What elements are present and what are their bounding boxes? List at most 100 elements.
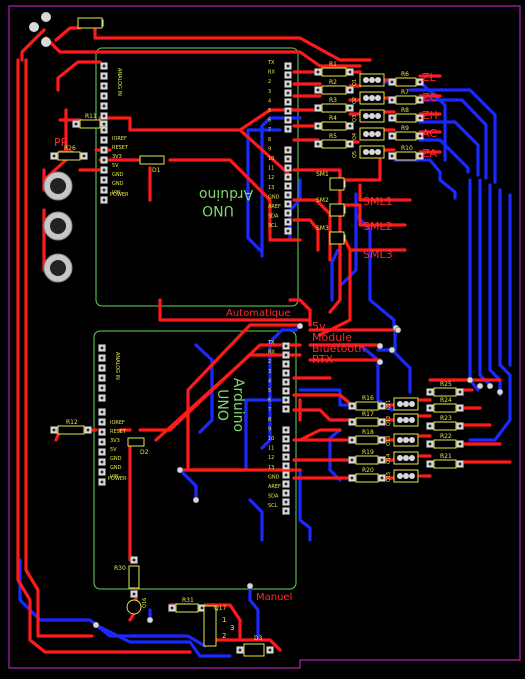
transistor-q15-pin <box>409 473 415 479</box>
pad-hole <box>286 211 290 215</box>
arduino-bottom-digital-pin-label: RX <box>268 350 275 356</box>
arduino-top-digital-pin-label: 5 <box>268 108 271 114</box>
resistor-r19 <box>355 455 379 465</box>
connector-pin-1-label: 1 <box>222 616 226 624</box>
switch-sm1-label: SM1 <box>316 171 329 178</box>
label-sml2: SML2 <box>363 220 393 233</box>
resistor-r22-label: R22 <box>440 433 452 440</box>
via <box>176 466 184 474</box>
pad-hole <box>268 648 272 652</box>
pad-hole <box>284 344 288 348</box>
pad-hole <box>316 124 320 128</box>
transistor-q12-pin <box>409 417 415 423</box>
pad-hole <box>102 178 106 182</box>
pad-hole <box>458 406 462 410</box>
resistor-r25-label: R25 <box>440 381 452 388</box>
transistor-q5-label: Q5 <box>352 151 358 158</box>
diode-d1 <box>139 155 165 165</box>
arduino-top-digital-pin-label: GND <box>268 194 280 200</box>
resistor-r4 <box>321 121 347 131</box>
arduino-bottom-pin-label: IOREF <box>110 420 125 426</box>
arduino-bottom-digital-pin-label: 5 <box>268 388 271 394</box>
resistor-r30-label: R30 <box>114 565 126 572</box>
pad-hole <box>380 404 384 408</box>
pad-hole <box>284 380 288 384</box>
transistor-q16 <box>126 599 142 615</box>
resistor-r24-label: R24 <box>440 397 452 404</box>
pad-hole <box>350 476 354 480</box>
arduino-top-digital-pin-label: 2 <box>268 79 271 85</box>
pad-hole <box>102 64 106 68</box>
arduino-bottom-digital-pin-label: GND <box>268 474 280 480</box>
resistor-r26 <box>57 151 81 161</box>
via <box>496 388 504 396</box>
diode-d1-label: D1 <box>152 167 161 174</box>
resistor-r30 <box>128 565 140 589</box>
resistor-r6-label: R6 <box>401 71 409 78</box>
arduino-bottom-digital-pin-label: 10 <box>268 436 274 442</box>
pad-hole <box>100 410 104 414</box>
arduino-top-digital-pin-label: 13 <box>268 185 274 191</box>
arduino-bottom-digital-pin-label: 11 <box>268 446 274 452</box>
transistor-q3-pin <box>369 113 375 119</box>
transistor-q3-pin <box>363 113 369 119</box>
pad-hole <box>52 154 56 158</box>
pad-hole <box>390 80 394 84</box>
resistor-r9-label: R9 <box>401 125 409 132</box>
pad-hole <box>348 142 352 146</box>
transistor-q4-pin <box>375 131 381 137</box>
arduino-bottom-digital-pin-label: AREF <box>268 484 281 490</box>
pad-hole <box>390 116 394 120</box>
pad-hole <box>458 390 462 394</box>
resistor-r12-label: R12 <box>66 419 78 426</box>
pad-hole <box>458 462 462 466</box>
pad-hole <box>102 188 106 192</box>
pad-hole <box>100 440 104 444</box>
via <box>376 358 384 366</box>
arduino-top-digital-pin-label: AREF <box>268 204 281 210</box>
transistor-q5-pin <box>375 149 381 155</box>
pad-hole <box>100 450 104 454</box>
arduino-top-digital-pin-label: 3 <box>268 89 271 95</box>
pad-hole <box>286 157 290 161</box>
arduino-bottom-digital-pin-label: TX <box>267 340 275 346</box>
pad-hole <box>100 356 104 360</box>
pad-hole <box>284 398 288 402</box>
pad-hole <box>286 91 290 95</box>
arduino-bottom-pin-label: 3V3 <box>110 438 120 444</box>
label-sml3: SML3 <box>363 248 393 261</box>
resistor-r11 <box>79 119 101 129</box>
pad-hole <box>286 229 290 233</box>
jack-hole <box>50 260 66 276</box>
resistor-r5-label: R5 <box>329 133 337 140</box>
pad-hole <box>350 458 354 462</box>
label-zl: ZL <box>422 71 437 84</box>
resistor-r21-label: R21 <box>440 453 452 460</box>
arduino-bottom-digital-pin-label: 8 <box>268 417 271 423</box>
pad-hole <box>428 406 432 410</box>
resistor-r23-label: R23 <box>440 415 452 422</box>
resistor-r3-label: R3 <box>329 97 337 104</box>
pad-hole <box>390 154 394 158</box>
transistor-q11-label: Q11 <box>386 400 392 410</box>
pad-hole <box>286 64 290 68</box>
via <box>388 346 396 354</box>
arduino-top-digital-pin-label: 11 <box>268 166 274 172</box>
pad-hole <box>286 118 290 122</box>
arduino-top-pin-label: GND <box>112 172 124 178</box>
connector-q17-label: Q17 <box>214 605 227 612</box>
arduino-top-digital-pin-label: 9 <box>268 146 271 152</box>
arduino-top-analog-label: ANALOG IN <box>116 68 122 96</box>
pad-hole <box>100 376 104 380</box>
transistor-q15-pin <box>397 473 403 479</box>
pad-hole <box>284 455 288 459</box>
resistor-r16-label: R16 <box>362 395 374 402</box>
arduino-bottom-analog-label: ANALOG IN <box>114 352 120 380</box>
diode-d2-label: D2 <box>140 449 149 456</box>
switch-sm2-label: SM2 <box>316 197 329 204</box>
pad-hole <box>284 389 288 393</box>
resistor-r24 <box>433 403 457 413</box>
arduino-bottom-digital-pin-label: 3 <box>268 369 271 375</box>
resistor-r2 <box>321 85 347 95</box>
resistor-r17-label: R17 <box>362 411 374 418</box>
